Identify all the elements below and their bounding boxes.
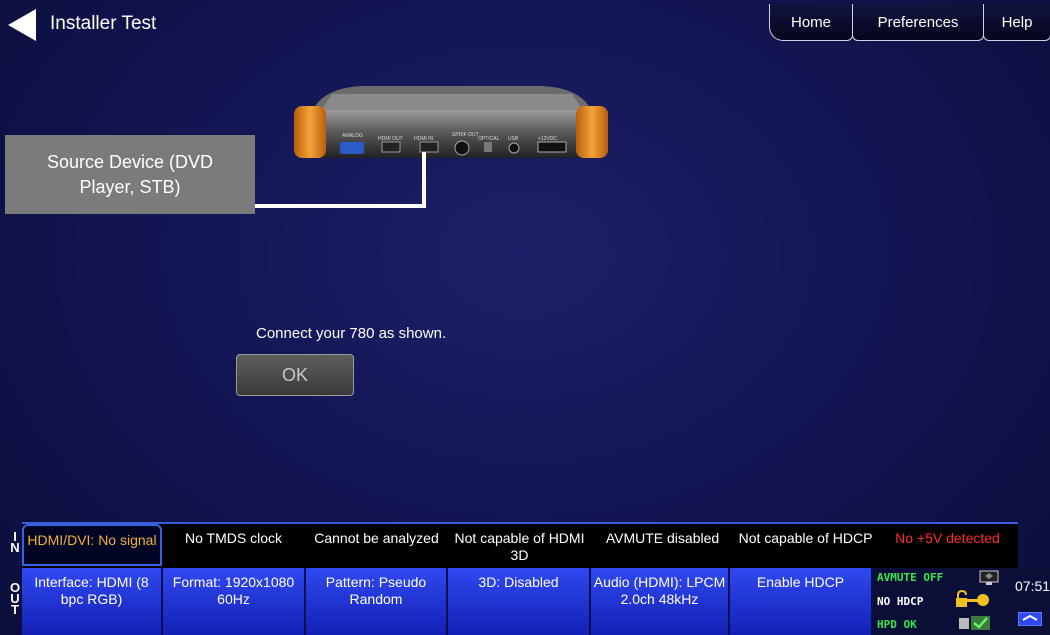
source-device-label: Source Device (DVD Player, STB)	[46, 151, 214, 197]
hpd-check-icon	[959, 616, 990, 630]
lan-icon[interactable]	[1018, 612, 1042, 626]
output-status-panel: AVMUTE OFF NO HDCP HPD OK	[873, 568, 1009, 635]
port-label: OPTICAL	[478, 136, 500, 142]
clock-area: 07:51	[1009, 568, 1050, 635]
hpd-status: HPD OK	[877, 618, 917, 631]
port-label: USB	[508, 136, 519, 142]
monitor-icon	[979, 570, 999, 585]
input-status-bar: IN HDMI/DVI: No signal No TMDS clock Can…	[0, 522, 1050, 568]
in-analysis[interactable]: Cannot be analyzed	[305, 524, 448, 566]
in-5v[interactable]: No +5V detected	[877, 524, 1018, 566]
out-row-tag: OUT	[9, 580, 21, 617]
analyzer-device-image: ANALOG HDMI OUT HDMI IN SPDIF OUT OPTICA…	[294, 86, 608, 158]
hdcp-status: NO HDCP	[877, 595, 924, 608]
avmute-status: AVMUTE OFF	[877, 571, 944, 584]
hdmi-cable	[255, 204, 426, 208]
output-status-bar: OUT Interface: HDMI (8 bpc RGB) Format: …	[0, 568, 1050, 635]
out-3d-button[interactable]: 3D: Disabled	[448, 568, 591, 635]
source-device-box: Source Device (DVD Player, STB)	[5, 135, 255, 214]
out-interface-button[interactable]: Interface: HDMI (8 bpc RGB)	[22, 568, 163, 635]
in-avmute[interactable]: AVMUTE disabled	[591, 524, 734, 566]
out-audio-button[interactable]: Audio (HDMI): LPCM 2.0ch 48kHz	[591, 568, 730, 635]
in-hdcp[interactable]: Not capable of HDCP	[734, 524, 877, 566]
out-format-button[interactable]: Format: 1920x1080 60Hz	[163, 568, 306, 635]
port-label: +12VDC	[538, 136, 557, 142]
lock-key-icon	[956, 589, 989, 607]
out-pattern-button[interactable]: Pattern: Pseudo Random	[306, 568, 448, 635]
header: Installer Test Home Preferences Help	[0, 0, 1050, 48]
hdmi-cable-vertical	[422, 152, 426, 208]
clock: 07:51	[1015, 578, 1050, 594]
tab-preferences[interactable]: Preferences	[852, 4, 984, 41]
port-label: HDMI OUT	[378, 136, 403, 142]
port-label: HDMI IN	[414, 136, 434, 142]
port-label: ANALOG	[342, 133, 363, 139]
top-nav: Home Preferences Help	[769, 4, 1050, 42]
instruction-message: Connect your 780 as shown.	[256, 325, 447, 342]
back-arrow-icon[interactable]	[8, 9, 38, 41]
in-row-tag: IN	[10, 529, 20, 555]
ok-button[interactable]: OK	[236, 354, 354, 396]
out-hdcp-button[interactable]: Enable HDCP	[730, 568, 873, 635]
page-title: Installer Test	[50, 13, 157, 34]
in-tmds-clock[interactable]: No TMDS clock	[162, 524, 305, 566]
in-hdmi-signal[interactable]: HDMI/DVI: No signal	[22, 524, 162, 566]
port-label: SPDIF OUT	[452, 132, 479, 138]
screen: Installer Test Home Preferences Help ANA…	[0, 0, 1050, 635]
tab-help[interactable]: Help	[983, 4, 1050, 41]
tab-home[interactable]: Home	[769, 4, 853, 41]
in-3d[interactable]: Not capable of HDMI 3D	[448, 524, 591, 566]
